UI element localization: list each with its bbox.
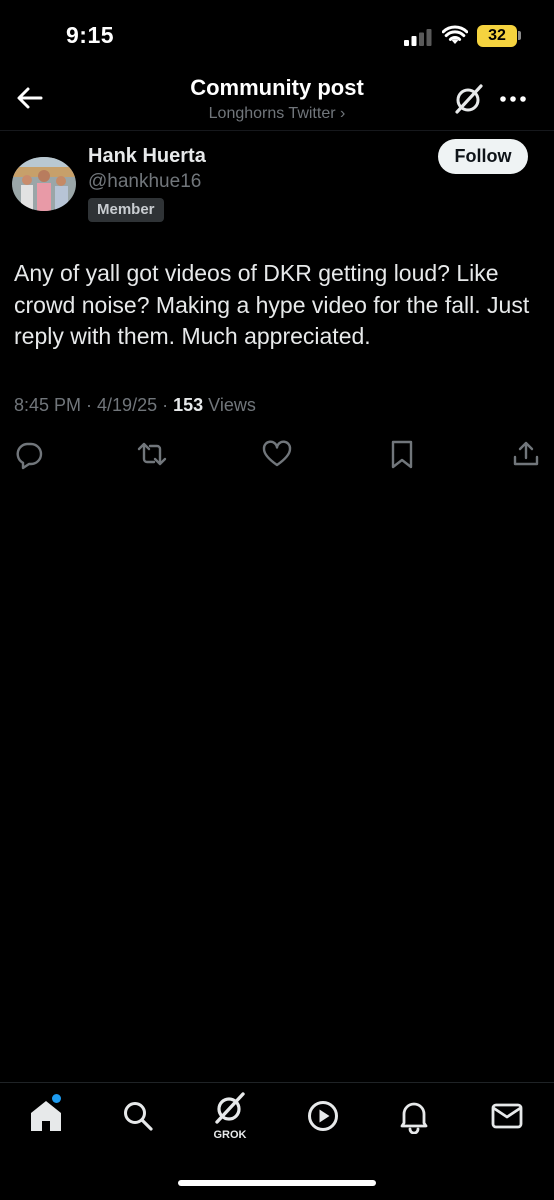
share-icon[interactable]: [510, 438, 542, 470]
author-name[interactable]: Hank Huerta: [88, 145, 206, 168]
home-notification-dot: [52, 1094, 61, 1103]
more-icon[interactable]: [497, 86, 529, 112]
member-badge: Member: [88, 198, 164, 222]
author-handle[interactable]: @hankhue16: [88, 171, 201, 193]
reply-icon[interactable]: [13, 438, 45, 470]
grok-icon[interactable]: [452, 82, 486, 116]
like-icon[interactable]: [261, 438, 293, 470]
follow-button[interactable]: Follow: [438, 139, 528, 174]
video-icon[interactable]: [305, 1098, 341, 1134]
grok-icon[interactable]: [212, 1092, 248, 1124]
notifications-icon[interactable]: [396, 1098, 432, 1134]
messages-icon[interactable]: [489, 1098, 525, 1134]
wifi-icon: [442, 25, 468, 44]
bookmark-icon[interactable]: [386, 438, 418, 470]
avatar[interactable]: [12, 157, 76, 211]
header-divider: [0, 130, 554, 131]
repost-icon[interactable]: [136, 438, 168, 470]
post-text: Any of yall got videos of DKR getting lo…: [14, 260, 530, 349]
views-count: 153: [173, 395, 204, 415]
search-icon[interactable]: [120, 1098, 156, 1134]
status-time: 9:15: [66, 22, 115, 48]
home-icon[interactable]: [28, 1098, 64, 1134]
home-indicator[interactable]: [178, 1180, 376, 1186]
post-timestamp: 8:45 PM · 4/19/25 ·: [14, 395, 174, 415]
battery-icon: 32: [477, 25, 517, 47]
grok-label: GROK: [213, 1129, 247, 1141]
post-meta: 8:45 PM · 4/19/25 · 153 Views: [14, 395, 256, 416]
cellular-signal-icon: [404, 29, 432, 46]
nav-divider: [0, 1082, 554, 1083]
battery-cap: [518, 31, 521, 40]
views-label: Views: [203, 395, 256, 415]
